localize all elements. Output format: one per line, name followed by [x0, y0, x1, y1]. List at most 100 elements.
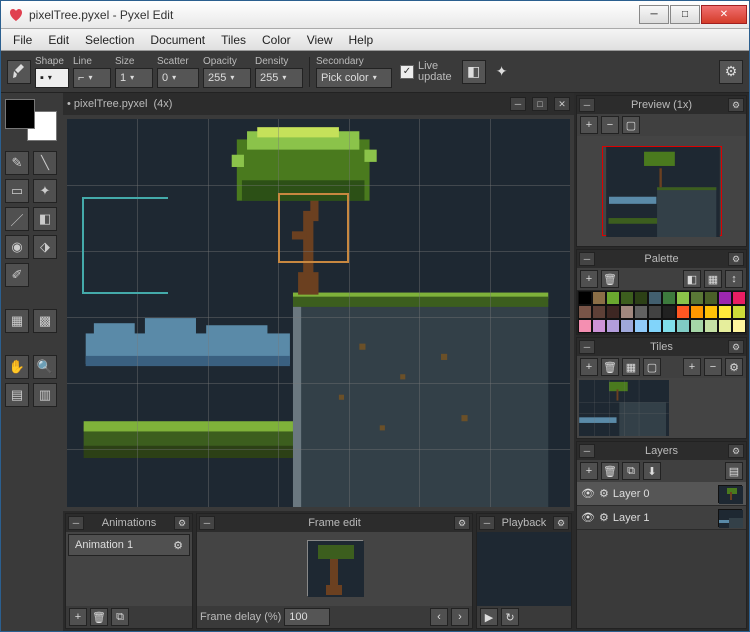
zoom-out-btn[interactable]: − — [601, 116, 619, 134]
menu-edit[interactable]: Edit — [40, 30, 77, 50]
color-swatches[interactable] — [5, 99, 57, 141]
layers-opt[interactable]: ▤ — [725, 462, 743, 480]
gear-icon[interactable]: ⚙ — [599, 511, 609, 524]
density-select[interactable]: 255▾ — [255, 68, 303, 88]
frame-thumb[interactable] — [307, 540, 363, 596]
animation-item[interactable]: Animation 1⚙ — [68, 534, 190, 556]
tzoom-out[interactable]: − — [704, 358, 722, 376]
dup-animation-btn[interactable]: ⧉ — [111, 608, 129, 626]
palette-color[interactable] — [704, 305, 718, 319]
close-button[interactable]: ✕ — [701, 5, 747, 24]
settings-icon[interactable]: ⚙ — [719, 60, 743, 84]
palette-color[interactable] — [620, 291, 634, 305]
palette-color[interactable] — [662, 305, 676, 319]
gear-icon[interactable]: ⚙ — [728, 444, 744, 458]
palette-color[interactable] — [648, 319, 662, 333]
live-update-checkbox[interactable]: ✓ — [400, 65, 414, 79]
t-b[interactable]: ▢ — [643, 358, 661, 376]
frame-delay-input[interactable]: 100 — [284, 608, 330, 626]
palette-color[interactable] — [648, 305, 662, 319]
add-tile-btn[interactable]: + — [580, 358, 598, 376]
dup-layer-btn[interactable]: ⧉ — [622, 462, 640, 480]
shape-select[interactable]: ▪▾ — [35, 68, 69, 88]
t-gear[interactable]: ⚙ — [725, 358, 743, 376]
pickcolor-select[interactable]: Pick color▾ — [316, 68, 392, 88]
palette-color[interactable] — [578, 291, 592, 305]
tab-close-btn[interactable]: ✕ — [554, 97, 570, 111]
palette-color[interactable] — [676, 305, 690, 319]
collapse-icon[interactable]: ─ — [579, 252, 595, 266]
toolbar-btn-b[interactable]: ✦ — [490, 60, 514, 84]
menu-document[interactable]: Document — [142, 30, 213, 50]
palette-color[interactable] — [578, 319, 592, 333]
collapse-icon[interactable]: ─ — [579, 98, 595, 112]
maximize-button[interactable]: □ — [670, 5, 700, 24]
palette-color[interactable] — [690, 291, 704, 305]
grid-b-tool[interactable]: ▥ — [33, 383, 57, 407]
palette-color[interactable] — [620, 305, 634, 319]
palette-color[interactable] — [732, 291, 746, 305]
palette-color[interactable] — [676, 291, 690, 305]
hand-tool[interactable]: ✋ — [5, 355, 29, 379]
menu-view[interactable]: View — [299, 30, 341, 50]
palette-color[interactable] — [718, 319, 732, 333]
collapse-icon[interactable]: ─ — [479, 516, 495, 530]
fill-tool[interactable]: ◉ — [5, 235, 29, 259]
t-a[interactable]: ▦ — [622, 358, 640, 376]
tile-fill-tool[interactable]: ▩ — [33, 309, 57, 333]
grid-a-tool[interactable]: ▤ — [5, 383, 29, 407]
add-layer-btn[interactable]: + — [580, 462, 598, 480]
preview-viewport[interactable] — [602, 146, 722, 236]
tab-max-btn[interactable]: □ — [532, 97, 548, 111]
palette-color[interactable] — [592, 319, 606, 333]
collapse-icon[interactable]: ─ — [68, 516, 84, 530]
gear-icon[interactable]: ⚙ — [728, 340, 744, 354]
palette-color[interactable] — [704, 319, 718, 333]
palette-color[interactable] — [592, 291, 606, 305]
brush-icon[interactable] — [7, 60, 31, 84]
brush-tool[interactable]: ／ — [5, 207, 29, 231]
gear-icon[interactable]: ⚙ — [454, 516, 470, 530]
palette-color[interactable] — [718, 291, 732, 305]
menu-tiles[interactable]: Tiles — [213, 30, 254, 50]
eyedropper-tool[interactable]: ✐ — [5, 263, 29, 287]
zoom-in-btn[interactable]: + — [580, 116, 598, 134]
next-frame-btn[interactable]: › — [451, 608, 469, 626]
palette-color[interactable] — [606, 305, 620, 319]
replace-tool[interactable]: ⬗ — [33, 235, 57, 259]
tab-name[interactable]: • pixelTree.pyxel — [67, 98, 147, 110]
eraser-tool[interactable]: ◧ — [33, 207, 57, 231]
palette-color[interactable] — [662, 291, 676, 305]
gear-icon[interactable]: ⚙ — [174, 516, 190, 530]
select-tool[interactable]: ▭ — [5, 179, 29, 203]
prev-frame-btn[interactable]: ‹ — [430, 608, 448, 626]
menu-color[interactable]: Color — [254, 30, 299, 50]
wand-tool[interactable]: ✦ — [33, 179, 57, 203]
scatter-select[interactable]: 0▾ — [157, 68, 199, 88]
palette-color[interactable] — [620, 319, 634, 333]
menu-selection[interactable]: Selection — [77, 30, 142, 50]
pal-b[interactable]: ▦ — [704, 270, 722, 288]
size-select[interactable]: 1▾ — [115, 68, 153, 88]
gear-icon[interactable]: ⚙ — [599, 487, 609, 500]
zoom-tool[interactable]: 🔍 — [33, 355, 57, 379]
palette-color[interactable] — [718, 305, 732, 319]
fg-color[interactable] — [5, 99, 35, 129]
line-select[interactable]: ⌐▾ — [73, 68, 111, 88]
del-tile-btn[interactable]: 🗑 — [601, 358, 619, 376]
palette-color[interactable] — [662, 319, 676, 333]
eye-icon[interactable]: 👁 — [581, 487, 595, 500]
opacity-select[interactable]: 255▾ — [203, 68, 251, 88]
play-btn[interactable]: ▶ — [480, 608, 498, 626]
palette-color[interactable] — [606, 319, 620, 333]
pal-c[interactable]: ↕ — [725, 270, 743, 288]
delete-animation-btn[interactable]: 🗑 — [90, 608, 108, 626]
menu-help[interactable]: Help — [340, 30, 381, 50]
tzoom-in[interactable]: + — [683, 358, 701, 376]
tileset-view[interactable] — [579, 380, 669, 436]
palette-color[interactable] — [676, 319, 690, 333]
tab-min-btn[interactable]: ─ — [510, 97, 526, 111]
loop-btn[interactable]: ↻ — [501, 608, 519, 626]
collapse-icon[interactable]: ─ — [199, 516, 215, 530]
palette-color[interactable] — [732, 305, 746, 319]
